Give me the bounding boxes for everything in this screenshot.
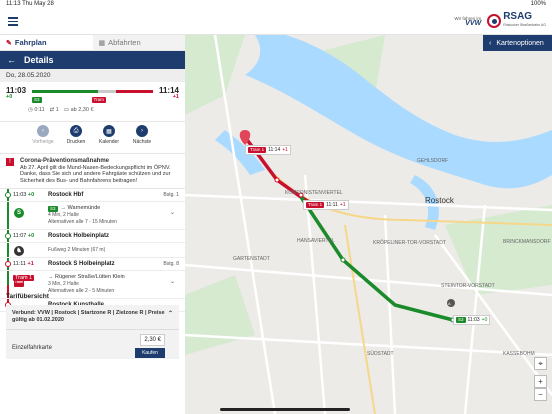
- corona-notice: ! Corona-Präventionsmaßnahme Ab 27. Apri…: [0, 154, 185, 189]
- map-label-komponistenviertel: KOMPONISTENVIERTEL: [285, 190, 343, 196]
- tariff-section: Tarifübersicht Verbund: VVW | Rostock | …: [0, 288, 185, 359]
- logos: Wir fahren im VVW RSAG Rostocker Straßenb…: [454, 12, 546, 30]
- ticket-icon: ▭: [63, 107, 70, 113]
- chevron-down-icon[interactable]: ⌄: [170, 210, 175, 217]
- warning-icon: !: [6, 158, 14, 166]
- s-bahn-label-origin[interactable]: S3 11:03 +0: [453, 315, 491, 325]
- back-icon[interactable]: ←: [7, 55, 16, 65]
- leg-s-bahn[interactable]: S S3 → Warnemünde 4 Min, 2 Halte Alternat…: [0, 202, 185, 230]
- map-label-kassebohm: KASSEBOHM: [503, 351, 535, 357]
- tram-badge: Tram: [91, 97, 106, 103]
- details-title: Details: [24, 55, 54, 65]
- status-bar: 11:13 Thu May 28 100%: [0, 0, 552, 10]
- home-indicator: [220, 408, 350, 411]
- s-bahn-badge: S3: [32, 97, 42, 103]
- tram-label-destination[interactable]: Tram 1 11:14 +1: [245, 145, 291, 155]
- map-label-suedstadt: SÜDSTADT: [367, 350, 394, 357]
- arrival-delay: +1: [172, 94, 179, 100]
- map-view[interactable]: GEHLSDORF KOMPONISTENVIERTEL HANSAVIERTE…: [185, 35, 552, 414]
- tab-bar: ✎ Fahrplan ▦ Abfahrten: [0, 35, 185, 51]
- stop-row[interactable]: 11:03 +0 Rostock Hbf Bstg. 1: [0, 189, 185, 202]
- chevron-up-icon[interactable]: ⌃: [168, 311, 173, 318]
- stop-row[interactable]: 11:11 +1 Rostock S Holbeinplatz Bstg. 8: [0, 258, 185, 271]
- locate-button[interactable]: ⌖: [534, 357, 547, 370]
- print-button[interactable]: ⎙ Drucken: [64, 125, 89, 153]
- print-icon: ⎙: [70, 125, 82, 137]
- zoom-out-button[interactable]: −: [534, 388, 547, 401]
- previous-icon: ‹: [37, 125, 49, 137]
- rsag-mark-icon: [487, 14, 502, 28]
- departure-delay: +0: [6, 94, 13, 100]
- map-options-button[interactable]: ‹ Kartenoptionen: [483, 35, 552, 51]
- journey-actions: ‹ Vorherige ⎙ Drucken ▦ Kalender › Nächs…: [0, 122, 185, 154]
- tab-fahrplan[interactable]: ✎ Fahrplan: [0, 35, 93, 50]
- rsag-logo: RSAG Rostocker Straßenbahn AG: [487, 12, 546, 30]
- chevron-down-icon[interactable]: ⌄: [170, 279, 175, 286]
- s-bahn-icon: S: [14, 208, 24, 218]
- map-label-rostock: Rostock: [425, 196, 455, 205]
- previous-button[interactable]: ‹ Vorherige: [31, 125, 56, 153]
- zoom-in-button[interactable]: +: [534, 375, 547, 388]
- journey-info: ◷ 0:11 ⇄ 1 ▭ ab 2,30 €: [28, 107, 94, 113]
- map-canvas[interactable]: GEHLSDORF KOMPONISTENVIERTEL HANSAVIERTE…: [185, 35, 552, 414]
- ticket-name: Einzelfahrkarte: [12, 345, 53, 351]
- map-label-gartenstadt: GARTENSTADT: [233, 256, 270, 262]
- map-label-brinckmansdorf: BRINCKMANSDORF: [503, 239, 551, 245]
- menu-icon[interactable]: [8, 17, 18, 26]
- vvw-logo: Wir fahren im VVW: [454, 16, 482, 27]
- next-button[interactable]: › Nächste: [130, 125, 155, 153]
- chevron-left-icon: ‹: [489, 39, 492, 47]
- calendar-icon: ▦: [103, 125, 115, 137]
- clock-icon: ◷: [28, 107, 33, 113]
- departures-icon: ▦: [98, 39, 106, 47]
- svg-text:A: A: [448, 301, 451, 306]
- leg-walk: ♞ Fußweg 2 Minuten (67 m): [0, 243, 185, 258]
- details-header: ← Details: [0, 51, 185, 69]
- map-label-kroepeliner: KRÖPELINER-TOR-VORSTADT: [373, 239, 446, 246]
- journey-bar: [32, 90, 153, 93]
- tariff-title: Tarifübersicht: [6, 293, 49, 300]
- next-icon: ›: [136, 125, 148, 137]
- map-label-hansaviertel: HANSAVIERTEL: [297, 238, 335, 244]
- locate-icon: ⌖: [538, 359, 543, 368]
- calendar-button[interactable]: ▦ Kalender: [97, 125, 122, 153]
- ticket-row: 2,30 € Einzelfahrkarte Kaufen: [6, 329, 179, 359]
- tram-label-change[interactable]: Tram 1 11:11 +1: [303, 200, 349, 210]
- journey-date: Do, 28.05.2020: [0, 69, 185, 82]
- change-icon: ⇄: [49, 107, 55, 113]
- buy-button[interactable]: Kaufen: [135, 348, 165, 358]
- map-label-gehlsdorf: GEHLSDORF: [417, 158, 448, 164]
- map-label-steintor: STEINTOR-VORSTADT: [441, 283, 495, 289]
- route-icon: ✎: [6, 39, 12, 47]
- stop-row[interactable]: 11:07 +0 Rostock Holbeinplatz: [0, 230, 185, 243]
- walk-icon: ♞: [14, 246, 24, 256]
- details-panel: ← Details Do, 28.05.2020 11:03 11:14 +0 …: [0, 51, 185, 414]
- app-header: Wir fahren im VVW RSAG Rostocker Straßenb…: [0, 10, 552, 35]
- battery-indicator: 100%: [530, 1, 546, 7]
- journey-summary[interactable]: 11:03 11:14 +0 +1 S3 Tram ◷ 0:11 ⇄ 1 ▭ a…: [0, 82, 185, 122]
- tariff-info[interactable]: Verbund: VVW | Rostock | Startzone R | Z…: [6, 305, 179, 329]
- tab-abfahrten[interactable]: ▦ Abfahrten: [92, 35, 185, 50]
- status-time: 11:13 Thu May 28: [6, 1, 54, 7]
- ticket-price: 2,30 €: [140, 334, 165, 346]
